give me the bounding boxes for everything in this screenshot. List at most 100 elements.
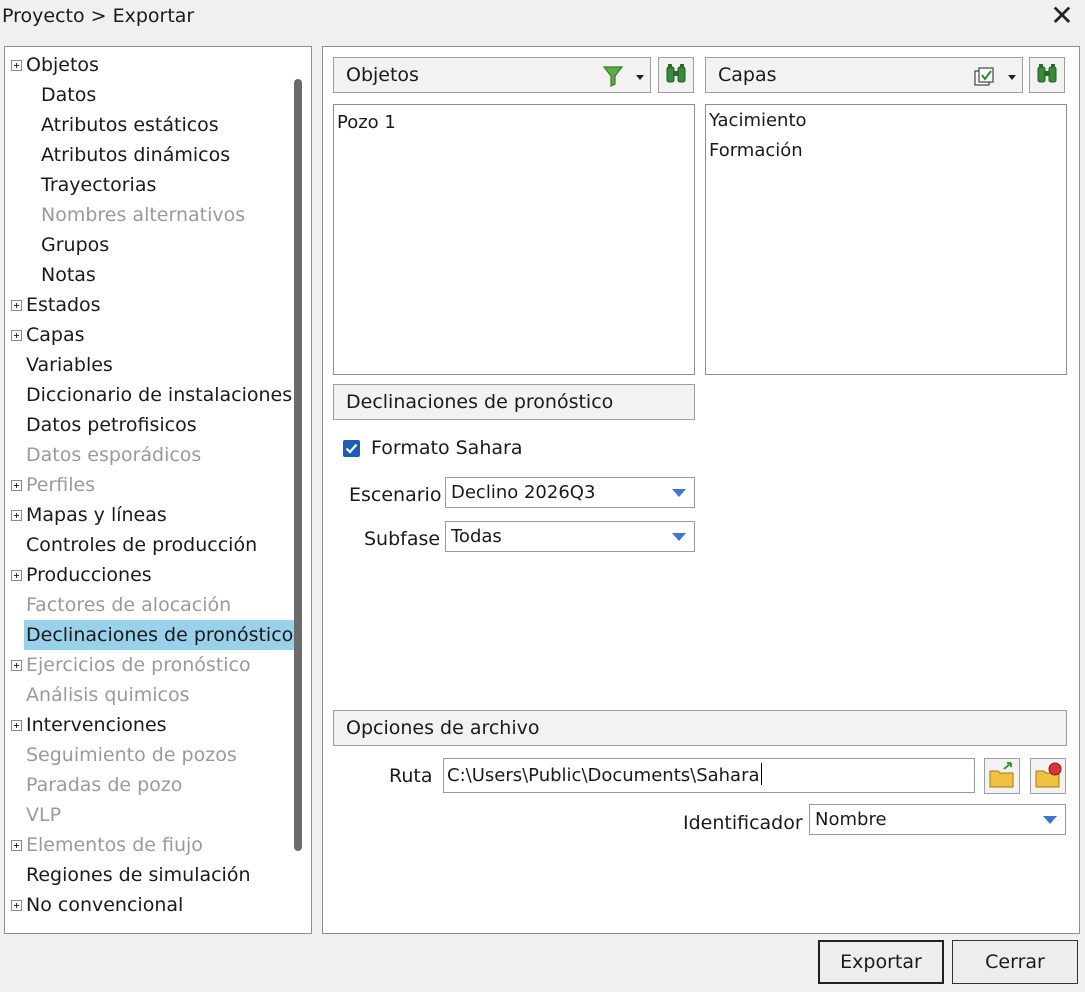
check-all-icon[interactable] (973, 66, 995, 88)
tree-item[interactable]: Perfiles (26, 470, 95, 500)
tree-item[interactable]: Diccionario de instalaciones (26, 380, 292, 410)
capas-find-button[interactable] (1029, 57, 1065, 93)
tree-item-label: Perfiles (26, 474, 96, 496)
ruta-input[interactable]: C:\Users\Public\Documents\Sahara (443, 758, 975, 793)
export-button[interactable]: Exportar (818, 940, 944, 984)
opciones-archivo-header: Opciones de archivo (333, 710, 1067, 746)
chevron-down-icon (1043, 816, 1057, 824)
tree-item-label: Producciones (26, 564, 152, 586)
formato-sahara-label[interactable]: Formato Sahara (371, 433, 522, 463)
check-dropdown-icon[interactable] (1007, 74, 1017, 82)
tree-scrollbar[interactable] (294, 79, 302, 851)
tree-item-label: Capas (26, 324, 85, 346)
objetos-list-item[interactable]: Pozo 1 (337, 109, 396, 137)
tree-item[interactable]: Atributos estáticos (41, 110, 219, 140)
subfase-select[interactable]: Todas (445, 521, 695, 552)
export-category-tree[interactable]: Objetos Datos Atributos estáticos Atributos… (4, 46, 312, 934)
tree-item-label: Estados (26, 294, 101, 316)
tree-item[interactable]: No convencional (26, 890, 183, 920)
text-caret (760, 763, 762, 785)
tree-item[interactable]: Factores de alocación (26, 590, 231, 620)
objetos-list[interactable]: Pozo 1 (333, 104, 695, 375)
tree-item[interactable]: Atributos dinámicos (41, 140, 230, 170)
formato-sahara-checkbox[interactable] (343, 440, 360, 457)
tree-item[interactable]: Objetos (26, 50, 99, 80)
clear-folder-button[interactable] (1030, 758, 1066, 794)
tree-item[interactable]: Seguimiento de pozos (26, 740, 237, 770)
close-icon[interactable]: ✕ (1047, 1, 1077, 31)
identificador-value: Nombre (815, 809, 887, 830)
tree-item-label: Datos (41, 84, 97, 106)
browse-folder-button[interactable] (984, 758, 1020, 794)
capas-list[interactable]: Yacimiento Formación (705, 104, 1067, 375)
tree-item[interactable]: Declinaciones de pronóstico (24, 620, 301, 650)
subfase-label: Subfase (364, 528, 441, 550)
chevron-down-icon (672, 489, 686, 497)
expand-plus-icon[interactable] (11, 570, 22, 581)
tree-item[interactable]: VLP (26, 800, 61, 830)
tree-item-label: Declinaciones de pronóstico (26, 624, 294, 646)
tree-item-label: Datos petrofisicos (26, 414, 197, 436)
expand-plus-icon[interactable] (11, 330, 22, 341)
expand-plus-icon[interactable] (11, 840, 22, 851)
expand-plus-icon[interactable] (11, 660, 22, 671)
expand-plus-icon[interactable] (11, 480, 22, 491)
tree-item[interactable]: Análisis quimicos (26, 680, 190, 710)
tree-item[interactable]: Trayectorias (41, 170, 156, 200)
tree-item[interactable]: Datos petrofisicos (26, 410, 197, 440)
tree-item-label: Datos esporádicos (26, 444, 202, 466)
tree-item-label: Diccionario de instalaciones (26, 384, 293, 406)
escenario-value: Declino 2026Q3 (451, 482, 596, 503)
expand-plus-icon[interactable] (11, 720, 22, 731)
tree-item[interactable]: Intervenciones (26, 710, 167, 740)
declinaciones-header: Declinaciones de pronóstico (333, 384, 695, 420)
tree-item[interactable]: Grupos (41, 230, 109, 260)
tree-item-label: Objetos (26, 54, 99, 76)
tree-item-label: Nombres alternativos (41, 204, 246, 226)
capas-list-item[interactable]: Yacimiento (709, 107, 807, 135)
tree-item[interactable]: Datos esporádicos (26, 440, 201, 470)
tree-item-label: No convencional (26, 894, 184, 916)
objetos-find-button[interactable] (658, 57, 694, 93)
tree-item-label: Atributos estáticos (41, 114, 219, 136)
capas-list-item[interactable]: Formación (709, 137, 803, 165)
tree-item-label: Análisis quimicos (26, 684, 190, 706)
identificador-select[interactable]: Nombre (809, 804, 1066, 835)
filter-icon[interactable] (601, 64, 627, 88)
tree-item-label: Factores de alocación (26, 594, 232, 616)
tree-item[interactable]: Regiones de simulación (26, 860, 251, 890)
window-title: Proyecto > Exportar (2, 5, 195, 27)
tree-item[interactable]: Notas (41, 260, 96, 290)
open-folder-icon (989, 762, 1014, 788)
tree-item[interactable]: Mapas y líneas (26, 500, 167, 530)
close-button[interactable]: Cerrar (952, 940, 1078, 984)
tree-item[interactable]: Nombres alternativos (41, 200, 245, 230)
subfase-value: Todas (451, 526, 502, 547)
title-bar: Proyecto > Exportar ✕ (0, 0, 1085, 34)
objetos-header-label: Objetos (346, 64, 419, 86)
tree-item[interactable]: Estados (26, 290, 101, 320)
folder-delete-icon (1035, 762, 1062, 788)
expand-plus-icon[interactable] (11, 60, 22, 71)
tree-item[interactable]: Ejercicios de pronóstico (26, 650, 251, 680)
tree-item[interactable]: Capas (26, 320, 85, 350)
tree-item[interactable]: Variables (26, 350, 113, 380)
ruta-value: C:\Users\Public\Documents\Sahara (447, 765, 760, 786)
tree-item[interactable]: Datos (41, 80, 96, 110)
binoculars-icon (666, 64, 686, 83)
tree-item[interactable]: Paradas de pozo (26, 770, 182, 800)
expand-plus-icon[interactable] (11, 300, 22, 311)
escenario-select[interactable]: Declino 2026Q3 (445, 477, 695, 508)
tree-item[interactable]: Controles de producción (26, 530, 257, 560)
identificador-label: Identificador (683, 812, 803, 834)
tree-item[interactable]: Elementos de fiujo (26, 830, 203, 860)
capas-header-label: Capas (718, 64, 777, 86)
expand-plus-icon[interactable] (11, 900, 22, 911)
ruta-label: Ruta (389, 765, 433, 787)
tree-item-label: Ejercicios de pronóstico (26, 654, 251, 676)
filter-dropdown-icon[interactable] (635, 74, 645, 82)
tree-item-label: Notas (41, 264, 96, 286)
tree-item[interactable]: Producciones (26, 560, 152, 590)
export-options-panel: Objetos Capas Pozo 1 Yacimiento Formació… (322, 46, 1080, 934)
expand-plus-icon[interactable] (11, 510, 22, 521)
